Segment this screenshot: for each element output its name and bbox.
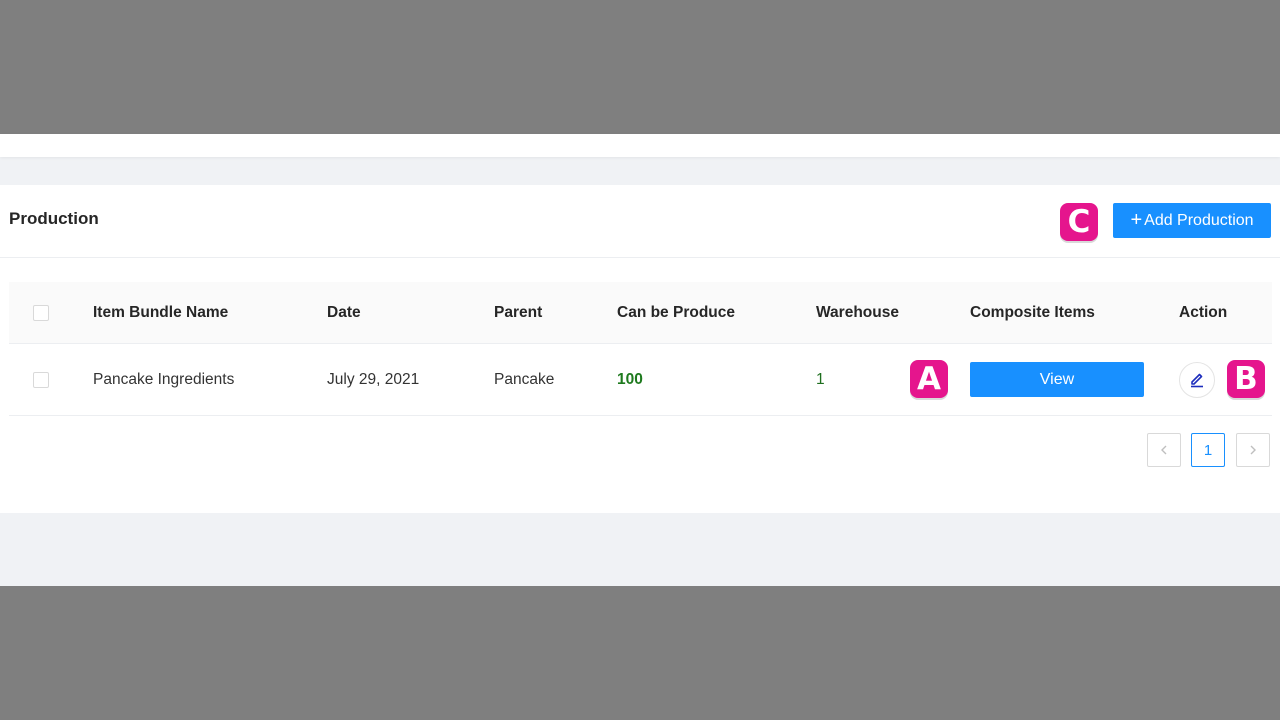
header-warehouse[interactable]: Warehouse — [816, 282, 899, 343]
table-row: Pancake Ingredients July 29, 2021 Pancak… — [9, 344, 1272, 416]
cell-can-be-produce: 100 — [617, 370, 643, 388]
pagination-page-1[interactable]: 1 — [1191, 433, 1225, 467]
table-header-row: Item Bundle Name Date Parent Can be Prod… — [9, 282, 1272, 344]
add-production-button[interactable]: + Add Production — [1113, 203, 1271, 238]
pagination-next-button[interactable] — [1236, 433, 1270, 467]
marker-c: C — [1060, 203, 1098, 241]
select-all-checkbox[interactable] — [33, 304, 49, 321]
chevron-right-icon — [1250, 445, 1256, 455]
edit-button[interactable] — [1179, 361, 1215, 398]
top-gray-band — [0, 0, 1280, 134]
app-area: Production + Add Production Item Bundle … — [0, 134, 1280, 586]
marker-b: B — [1227, 360, 1265, 398]
row-checkbox[interactable] — [33, 371, 49, 388]
pagination-prev-button[interactable] — [1147, 433, 1181, 467]
page-title: Production — [9, 209, 99, 228]
cell-item-bundle-name: Pancake Ingredients — [93, 370, 235, 388]
add-production-label: Add Production — [1144, 211, 1254, 229]
header-action: Action — [1179, 303, 1228, 321]
chevron-left-icon — [1161, 445, 1167, 455]
row-select-cell — [33, 344, 49, 415]
view-composite-button[interactable]: View — [970, 362, 1144, 397]
select-all-cell — [33, 282, 49, 343]
production-table: Item Bundle Name Date Parent Can be Prod… — [9, 282, 1272, 416]
marker-a: A — [910, 360, 948, 398]
header-item-bundle-name[interactable]: Item Bundle Name — [93, 282, 228, 343]
header-date[interactable]: Date — [327, 282, 361, 343]
header-can-be-produce[interactable]: Can be Produce — [617, 282, 735, 343]
edit-icon — [1191, 373, 1203, 387]
cell-warehouse: 1 — [816, 370, 825, 388]
app-header-bar — [0, 134, 1280, 157]
header-composite-items[interactable]: Composite Items — [970, 282, 1095, 343]
plus-icon: + — [1130, 208, 1143, 231]
bottom-gray-band — [0, 586, 1280, 720]
cell-action — [1179, 344, 1215, 415]
cell-composite-items: View — [970, 344, 1144, 415]
header-parent[interactable]: Parent — [494, 282, 542, 343]
cell-date: July 29, 2021 — [327, 370, 420, 388]
cell-parent: Pancake — [494, 370, 555, 388]
